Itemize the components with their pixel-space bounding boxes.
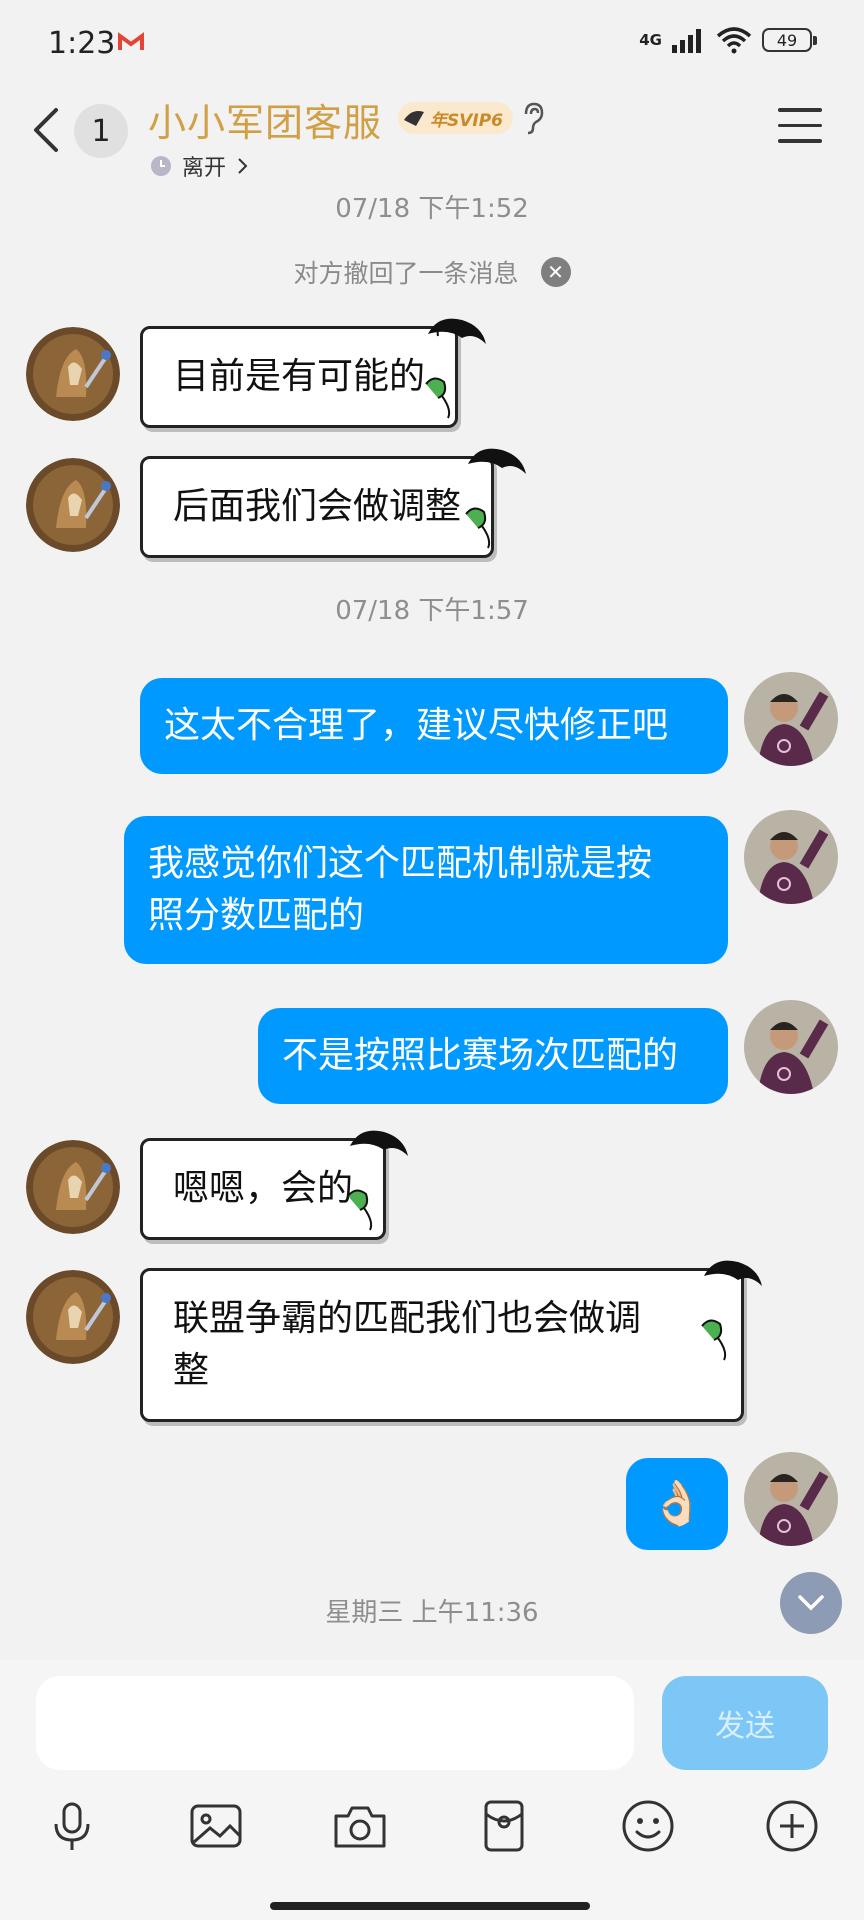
bubble-face-decoration-icon (701, 1260, 762, 1361)
unread-count-badge[interactable]: 1 (74, 104, 128, 158)
my-avatar[interactable] (744, 672, 838, 766)
user-avatar-image (744, 1000, 838, 1094)
scroll-to-bottom-button[interactable] (780, 1572, 842, 1634)
camera-icon[interactable] (330, 1796, 390, 1856)
user-avatar-image (744, 672, 838, 766)
timestamp: 07/18 下午1:52 (335, 194, 529, 224)
user-avatar-image (744, 810, 838, 904)
message-bubble-incoming[interactable]: 目前是有可能的 (140, 326, 459, 428)
image-icon[interactable] (186, 1796, 246, 1856)
user-avatar-image (744, 1452, 838, 1546)
system-message: 对方撤回了一条消息 ✕ (0, 254, 864, 290)
plus-icon[interactable] (762, 1796, 822, 1856)
message-input[interactable] (36, 1676, 634, 1770)
status-right: 4G 49 (639, 26, 817, 54)
message-text: 嗯嗯，会的 (173, 1168, 354, 1209)
avatar[interactable] (26, 1270, 120, 1364)
bubble-face-decoration-icon (425, 318, 486, 419)
message-text-line: 联盟争霸的匹配我们也会做调 (173, 1298, 642, 1339)
avatar[interactable] (26, 327, 120, 421)
bubble-face-decoration-icon (347, 1130, 408, 1231)
bubble-face-decoration-icon (465, 448, 526, 549)
battery-indicator: 49 (762, 28, 817, 52)
timestamp: 星期三 上午11:36 (325, 1598, 539, 1628)
hero-avatar-image (26, 458, 120, 552)
signal-icon (672, 29, 701, 53)
svip-badge-label: 年SVIP6 (430, 110, 504, 131)
ear-icon[interactable] (518, 100, 548, 136)
message-bubble-outgoing[interactable]: 👌🏻 (626, 1458, 728, 1550)
network-label: 4G (639, 31, 662, 49)
clock-icon (151, 156, 171, 176)
red-packet-icon[interactable] (474, 1796, 534, 1856)
menu-line (778, 123, 822, 127)
send-button[interactable]: 发送 (662, 1676, 828, 1770)
gmail-icon (118, 32, 144, 50)
wifi-icon (716, 27, 752, 54)
home-indicator[interactable] (270, 1902, 590, 1910)
menu-button[interactable] (778, 108, 822, 148)
message-bubble-outgoing[interactable]: 不是按照比赛场次匹配的 (258, 1008, 728, 1104)
presence-label: 离开 (182, 156, 227, 181)
chevron-right-icon (238, 158, 248, 174)
my-avatar[interactable] (744, 810, 838, 904)
chevron-down-icon (798, 1595, 824, 1611)
message-text: 不是按照比赛场次匹配的 (282, 1035, 679, 1076)
timestamp: 07/18 下午1:57 (335, 596, 529, 626)
hero-avatar-image (26, 1270, 120, 1364)
message-text: 后面我们会做调整 (173, 486, 462, 527)
avatar[interactable] (26, 458, 120, 552)
message-text-line: 照分数匹配的 (148, 895, 365, 936)
message-bubble-outgoing[interactable]: 我感觉你们这个匹配机制就是按 照分数匹配的 (124, 816, 728, 964)
back-button[interactable] (24, 100, 68, 160)
hero-avatar-image (26, 1140, 120, 1234)
emoji-icon[interactable] (618, 1796, 678, 1856)
svip-badge[interactable]: 年SVIP6 (398, 102, 514, 134)
system-message-text: 对方撤回了一条消息 (293, 259, 519, 288)
svip-logo-icon (404, 111, 424, 126)
menu-line (778, 139, 822, 143)
chat-title[interactable]: 小小军团客服 (148, 92, 382, 147)
status-time: 1:23 (48, 26, 116, 61)
my-avatar[interactable] (744, 1000, 838, 1094)
message-text: 目前是有可能的 (173, 356, 426, 397)
close-icon[interactable]: ✕ (540, 257, 571, 287)
my-avatar[interactable] (744, 1452, 838, 1546)
message-bubble-outgoing[interactable]: 这太不合理了，建议尽快修正吧 (140, 678, 728, 774)
avatar[interactable] (26, 1140, 120, 1234)
message-text-line: 整 (173, 1350, 210, 1391)
menu-line (778, 108, 822, 112)
ok-hand-emoji: 👌🏻 (649, 1478, 705, 1529)
message-text-line: 我感觉你们这个匹配机制就是按 (148, 843, 653, 884)
presence-status[interactable]: 离开 (150, 150, 248, 182)
hero-avatar-image (26, 327, 120, 421)
message-bubble-incoming[interactable]: 联盟争霸的匹配我们也会做调 整 (140, 1268, 744, 1422)
microphone-icon[interactable] (42, 1796, 102, 1856)
message-text: 这太不合理了，建议尽快修正吧 (164, 705, 669, 746)
message-bubble-incoming[interactable]: 后面我们会做调整 (140, 456, 495, 558)
